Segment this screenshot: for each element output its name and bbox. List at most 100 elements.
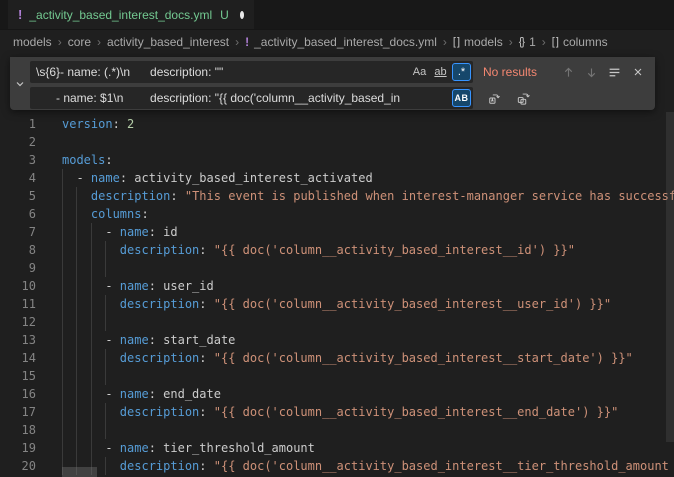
toggle-replace-button[interactable] xyxy=(10,57,30,110)
indent-guide xyxy=(91,259,92,277)
breadcrumb-item-1[interactable]: {}1 xyxy=(519,35,536,49)
code-line-6[interactable]: 6 columns: xyxy=(0,205,674,223)
line-number[interactable]: 5 xyxy=(0,187,36,205)
preserve-case-button[interactable]: AB xyxy=(452,89,471,107)
find-in-selection-button[interactable] xyxy=(603,61,626,83)
token-key: description xyxy=(120,351,199,365)
line-number[interactable]: 7 xyxy=(0,223,36,241)
line-content: - name: activity_based_interest_activate… xyxy=(62,169,674,187)
tab-active-file[interactable]: ! _activity_based_interest_docs.yml U xyxy=(8,0,254,29)
selection-lines-icon xyxy=(608,66,621,79)
line-content xyxy=(62,259,674,277)
token-punct: : xyxy=(120,171,127,185)
close-icon xyxy=(632,66,644,78)
code-line-10[interactable]: 10 - name: user_id xyxy=(0,277,674,295)
line-number[interactable]: 4 xyxy=(0,169,36,187)
line-number[interactable]: 8 xyxy=(0,241,36,259)
line-number[interactable]: 19 xyxy=(0,439,36,457)
code-line-13[interactable]: 13 - name: start_date xyxy=(0,331,674,349)
unsaved-changes-dot-icon[interactable] xyxy=(240,11,244,19)
line-number[interactable]: 12 xyxy=(0,313,36,331)
whole-word-button[interactable]: ab xyxy=(431,63,450,81)
indent-guide xyxy=(76,367,77,385)
line-content: models: xyxy=(62,151,674,169)
line-content: - name: id xyxy=(62,223,674,241)
line-number[interactable]: 17 xyxy=(0,403,36,421)
code-editor[interactable]: 1version: 223models:4 - name: activity_b… xyxy=(0,115,674,477)
token-plain: id xyxy=(156,225,178,239)
code-line-7[interactable]: 7 - name: id xyxy=(0,223,674,241)
indent-guide xyxy=(76,187,77,205)
line-number[interactable]: 14 xyxy=(0,349,36,367)
code-line-8[interactable]: 8 description: "{{ doc('column__activity… xyxy=(0,241,674,259)
next-match-button[interactable] xyxy=(580,61,603,83)
regex-button[interactable]: .* xyxy=(452,63,471,81)
line-number[interactable]: 1 xyxy=(0,115,36,133)
breadcrumb-item-models[interactable]: [ ]models xyxy=(453,35,503,49)
code-line-12[interactable]: 12 xyxy=(0,313,674,331)
code-line-18[interactable]: 18 xyxy=(0,421,674,439)
indent-guide xyxy=(62,295,63,313)
code-line-15[interactable]: 15 xyxy=(0,367,674,385)
previous-match-button[interactable] xyxy=(557,61,580,83)
horizontal-scrollbar-thumb[interactable] xyxy=(62,467,97,477)
token-punct: : xyxy=(199,243,206,257)
line-number[interactable]: 11 xyxy=(0,295,36,313)
indent-guide xyxy=(105,403,106,421)
line-number[interactable]: 10 xyxy=(0,277,36,295)
token-punct: : xyxy=(149,279,156,293)
vertical-scrollbar-thumb[interactable] xyxy=(666,112,674,442)
code-line-20[interactable]: 20 description: "{{ doc('column__activit… xyxy=(0,457,674,475)
match-case-button[interactable]: Aa xyxy=(410,63,429,81)
code-line-4[interactable]: 4 - name: activity_based_interest_activa… xyxy=(0,169,674,187)
code-line-2[interactable]: 2 xyxy=(0,133,674,151)
line-number[interactable]: 13 xyxy=(0,331,36,349)
code-line-3[interactable]: 3 models: xyxy=(0,151,674,169)
breadcrumb-item-_activity_based_interest_docs.yml[interactable]: !_activity_based_interest_docs.yml xyxy=(245,35,437,49)
find-input[interactable]: \s{6}- name: (.*)\n description: "" Aa a… xyxy=(30,61,473,83)
token-punct: : xyxy=(199,297,206,311)
line-number[interactable]: 3 xyxy=(0,151,36,169)
token-str: "{{ doc('column__activity_based_interest… xyxy=(207,297,612,311)
indent-guide xyxy=(105,457,106,475)
close-find-widget-button[interactable] xyxy=(626,61,649,83)
replace-all-button[interactable] xyxy=(512,87,535,109)
code-line-1[interactable]: 1version: 2 xyxy=(0,115,674,133)
breadcrumb-item-activity_based_interest[interactable]: activity_based_interest xyxy=(107,35,229,49)
line-number[interactable]: 15 xyxy=(0,367,36,385)
token-str: "{{ doc('column__activity_based_interest… xyxy=(207,243,575,257)
chevron-down-icon xyxy=(14,78,26,90)
code-line-17[interactable]: 17 description: "{{ doc('column__activit… xyxy=(0,403,674,421)
breadcrumb: models›core›activity_based_interest›!_ac… xyxy=(0,30,674,53)
breadcrumb-separator-icon: › xyxy=(443,35,447,49)
indent-guide xyxy=(91,295,92,313)
replace-actions xyxy=(483,87,535,109)
code-line-19[interactable]: 19 - name: tier_threshold_amount xyxy=(0,439,674,457)
line-number[interactable]: 2 xyxy=(0,133,36,151)
breadcrumb-item-columns[interactable]: [ ]columns xyxy=(552,35,608,49)
code-line-11[interactable]: 11 description: "{{ doc('column__activit… xyxy=(0,295,674,313)
code-line-14[interactable]: 14 description: "{{ doc('column__activit… xyxy=(0,349,674,367)
indent-guide xyxy=(91,331,92,349)
breadcrumb-item-models[interactable]: models xyxy=(13,35,52,49)
indent-guide xyxy=(105,241,106,259)
code-line-9[interactable]: 9 xyxy=(0,259,674,277)
indent-guide xyxy=(91,277,92,295)
replace-button[interactable] xyxy=(483,87,506,109)
line-content: description: "{{ doc('column__activity_b… xyxy=(62,403,674,421)
line-content: - name: start_date xyxy=(62,331,674,349)
line-number[interactable]: 18 xyxy=(0,421,36,439)
breadcrumb-label: columns xyxy=(563,35,608,49)
breadcrumb-item-core[interactable]: core xyxy=(68,35,91,49)
line-number[interactable]: 9 xyxy=(0,259,36,277)
code-line-5[interactable]: 5 description: "This event is published … xyxy=(0,187,674,205)
token-key: name xyxy=(120,441,149,455)
replace-input[interactable]: - name: $1\n description: "{{ doc('colum… xyxy=(30,87,473,109)
line-number[interactable]: 16 xyxy=(0,385,36,403)
line-number[interactable]: 6 xyxy=(0,205,36,223)
token-key: name xyxy=(120,225,149,239)
line-number[interactable]: 20 xyxy=(0,457,36,475)
code-line-16[interactable]: 16 - name: end_date xyxy=(0,385,674,403)
token-punct: : xyxy=(149,333,156,347)
indent-guide xyxy=(76,421,77,439)
